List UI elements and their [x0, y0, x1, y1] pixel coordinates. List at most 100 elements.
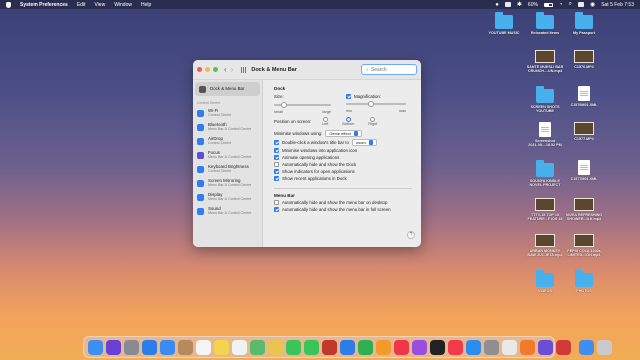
desktop-item[interactable]: PEPSI COLA 1940s LIMITED...ION.mp4 [562, 234, 606, 258]
help-button[interactable]: ? [407, 231, 415, 239]
pages-icon[interactable] [376, 339, 391, 355]
position-left[interactable]: Left [322, 117, 328, 126]
double-click-checkbox[interactable] [274, 140, 279, 145]
numbers-icon[interactable] [358, 339, 373, 355]
desktop-item[interactable]: URBAN MONKEY BAW JUI...IETA.mp4 [523, 234, 567, 258]
video-thumbnail [535, 234, 555, 247]
sidebar-item-airdrop[interactable]: AirDrop Control Centre [193, 134, 262, 148]
sidebar-item-focus[interactable]: Focus Menu Bar & Control Centre [193, 148, 262, 162]
podcasts-icon[interactable] [412, 339, 427, 355]
forward-icon[interactable]: › [231, 65, 234, 74]
reminders-icon[interactable] [232, 339, 247, 355]
battery-percent[interactable]: 60% [528, 2, 538, 8]
desktop-item[interactable]: Screenshot 2021-08....18.52 PM [523, 122, 567, 148]
news-icon[interactable] [448, 339, 463, 355]
maps-icon[interactable] [250, 339, 265, 355]
clock[interactable]: Sat 5 Feb 7:53 [601, 2, 634, 8]
app-store-icon[interactable] [466, 339, 481, 355]
desktop-item[interactable]: TTTV-15.TOP 15 FEATURE...F IOS 15 [523, 198, 567, 222]
magnification-slider-knob[interactable] [368, 100, 375, 107]
photo-booth-icon[interactable] [322, 339, 337, 355]
zoom-button[interactable] [213, 67, 218, 72]
extras-icon[interactable]: ● [495, 2, 499, 8]
search-input[interactable] [370, 66, 415, 73]
battery-icon[interactable] [543, 2, 553, 7]
trash-icon[interactable] [597, 339, 612, 355]
sidebar-item-bluetooth[interactable]: Bluetooth Menu Bar & Control Centre [193, 120, 262, 134]
desktop-item[interactable]: NIVEA REFRESHING SHOWER...ILK.mp4 [562, 198, 606, 222]
desktop-item[interactable]: SANTE MUESLI BAR CRUNCH....UN.mp4 [523, 50, 567, 74]
notes-icon[interactable] [214, 339, 229, 355]
desktop-item[interactable]: SOUNYA KINDLE NOVEL PROJECT [523, 160, 567, 188]
menu-view[interactable]: View [94, 2, 105, 8]
option-checkbox[interactable] [274, 162, 279, 167]
desktop-item-label: VIDEOS [538, 289, 552, 293]
control-centre-icon[interactable] [577, 2, 584, 7]
bluetooth-status-icon[interactable]: ✱ [517, 1, 522, 8]
desktop-item[interactable]: C1577.MP4 [562, 122, 606, 141]
desktop-item[interactable]: C1576M01.XML [562, 86, 606, 107]
imovie-icon[interactable] [538, 339, 553, 355]
system-preferences-icon[interactable] [484, 339, 499, 355]
messages-icon[interactable] [304, 339, 319, 355]
contacts-icon[interactable] [178, 339, 193, 355]
size-slider-knob[interactable] [281, 101, 288, 108]
downloads-icon[interactable] [579, 339, 594, 355]
desktop-item[interactable]: C1577M01.XML [562, 160, 606, 181]
option-checkbox[interactable] [274, 200, 279, 205]
launchpad-icon[interactable] [124, 339, 139, 355]
siri-icon[interactable] [106, 339, 121, 355]
firefox-icon[interactable] [520, 339, 535, 355]
facetime-icon[interactable] [286, 339, 301, 355]
magnification-slider[interactable] [346, 100, 406, 107]
calendar-icon[interactable] [196, 339, 211, 355]
apple-menu-icon[interactable] [6, 1, 11, 8]
utility-icon[interactable] [556, 339, 571, 355]
mail-icon[interactable] [160, 339, 175, 355]
close-button[interactable] [197, 67, 202, 72]
sidebar-item-screen-mirroring[interactable]: Screen Mirroring Menu Bar & Control Centr… [193, 176, 262, 190]
photos-icon[interactable] [268, 339, 283, 355]
finder-icon[interactable] [88, 339, 103, 355]
sidebar-item-dock-menu-bar[interactable]: Dock & Menu Bar [195, 82, 260, 96]
app-menu[interactable]: System Preferences [20, 2, 68, 8]
minimize-button[interactable] [205, 67, 210, 72]
option-checkbox[interactable] [274, 155, 279, 160]
back-icon[interactable]: ‹ [224, 65, 227, 74]
tv-icon[interactable] [430, 339, 445, 355]
double-click-popup[interactable]: zoom [351, 139, 377, 146]
siri-menu-icon[interactable]: ◉ [590, 1, 595, 8]
menu-help[interactable]: Help [141, 2, 151, 8]
desktop-item[interactable]: My Passport [562, 12, 606, 35]
position-bottom[interactable]: Bottom [342, 117, 354, 126]
chrome-icon[interactable] [502, 339, 517, 355]
sidebar-item-wi-fi[interactable]: Wi-Fi Control Centre [193, 106, 262, 120]
desktop-item[interactable]: VIDEOS [523, 270, 567, 293]
music-icon[interactable] [394, 339, 409, 355]
desktop-item[interactable]: YOUTUBE MUSIC [482, 12, 526, 35]
spotlight-icon[interactable]: ⌕ [569, 1, 572, 8]
option-checkbox[interactable] [274, 169, 279, 174]
size-slider[interactable] [274, 101, 331, 108]
option-checkbox[interactable] [274, 176, 279, 181]
search-field[interactable]: ⌕ [361, 64, 417, 75]
sidebar-item-keyboard-brightness[interactable]: Keyboard Brightness Control Centre [193, 162, 262, 176]
desktop-item[interactable]: SCREEN SHOTS YOUTUBE [523, 86, 567, 114]
show-all-icon[interactable] [241, 66, 248, 73]
safari-icon[interactable] [142, 339, 157, 355]
position-right[interactable]: Right [368, 117, 377, 126]
option-checkbox[interactable] [274, 148, 279, 153]
sidebar-item-sound[interactable]: Sound Menu Bar & Control Centre [193, 204, 262, 218]
minimise-effect-popup[interactable]: Genie effect [325, 130, 362, 137]
sidebar-item-display[interactable]: Display Menu Bar & Control Centre [193, 190, 262, 204]
magnification-checkbox[interactable] [346, 94, 351, 99]
keynote-icon[interactable] [340, 339, 355, 355]
screen-record-icon[interactable] [504, 2, 511, 7]
option-checkbox[interactable] [274, 207, 279, 212]
menu-window[interactable]: Window [114, 2, 132, 8]
wifi-status-icon[interactable]: ◔ [559, 2, 563, 8]
desktop-item[interactable]: PHOTOS [562, 270, 606, 293]
menu-edit[interactable]: Edit [77, 2, 86, 8]
desktop-item[interactable]: C1576.MP4 [562, 50, 606, 69]
desktop-item[interactable]: Relocated Items [523, 12, 567, 35]
